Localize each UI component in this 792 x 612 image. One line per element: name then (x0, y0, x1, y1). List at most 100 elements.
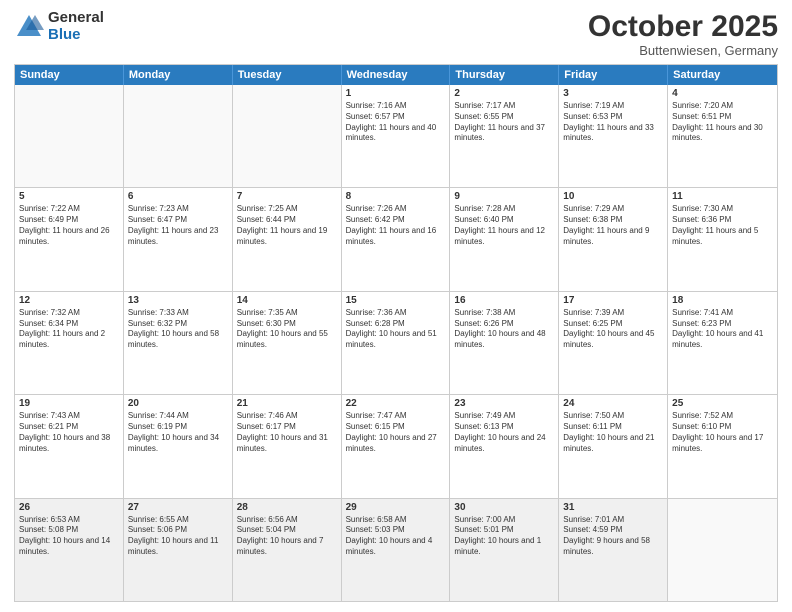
calendar-cell: 24Sunrise: 7:50 AM Sunset: 6:11 PM Dayli… (559, 395, 668, 497)
day-number: 21 (237, 398, 337, 409)
day-number: 11 (672, 191, 773, 202)
day-number: 17 (563, 295, 663, 306)
cell-details: Sunrise: 7:22 AM Sunset: 6:49 PM Dayligh… (19, 204, 119, 247)
calendar-cell: 22Sunrise: 7:47 AM Sunset: 6:15 PM Dayli… (342, 395, 451, 497)
calendar-cell: 9 Sunrise: 7:28 AM Sunset: 6:40 PM Daylig… (450, 188, 559, 290)
calendar-cell: 3 Sunrise: 7:19 AM Sunset: 6:53 PM Daylig… (559, 85, 668, 187)
calendar-header-cell: Thursday (450, 65, 559, 85)
cell-details: Sunrise: 7:19 AM Sunset: 6:53 PM Dayligh… (563, 101, 663, 144)
calendar-cell: 18 Sunrise: 7:41 AM Sunset: 6:23 PM Dayli… (668, 292, 777, 394)
calendar-cell: 1Sunrise: 7:16 AM Sunset: 6:57 PM Daylig… (342, 85, 451, 187)
calendar-cell: 28Sunrise: 6:56 AM Sunset: 5:04 PM Dayli… (233, 499, 342, 601)
calendar-header-cell: Tuesday (233, 65, 342, 85)
calendar-header-cell: Wednesday (342, 65, 451, 85)
day-number: 31 (563, 502, 663, 513)
day-number: 27 (128, 502, 228, 513)
day-number: 23 (454, 398, 554, 409)
calendar-cell: 4Sunrise: 7:20 AM Sunset: 6:51 PM Daylig… (668, 85, 777, 187)
calendar-header-row: SundayMondayTuesdayWednesdayThursdayFrid… (15, 65, 777, 85)
cell-details: Sunrise: 7:35 AM Sunset: 6:30 PM Dayligh… (237, 308, 337, 351)
cell-details: Sunrise: 7:29 AM Sunset: 6:38 PM Dayligh… (563, 204, 663, 247)
day-number: 15 (346, 295, 446, 306)
day-number: 12 (19, 295, 119, 306)
location: Buttenwiesen, Germany (588, 43, 778, 58)
calendar-cell: 17 Sunrise: 7:39 AM Sunset: 6:25 PM Dayli… (559, 292, 668, 394)
cell-details: Sunrise: 7:38 AM Sunset: 6:26 PM Dayligh… (454, 308, 554, 351)
day-number: 5 (19, 191, 119, 202)
calendar-cell: 21 Sunrise: 7:46 AM Sunset: 6:17 PM Dayli… (233, 395, 342, 497)
cell-details: Sunrise: 7:30 AM Sunset: 6:36 PM Dayligh… (672, 204, 773, 247)
day-number: 28 (237, 502, 337, 513)
day-number: 30 (454, 502, 554, 513)
calendar-cell: 29 Sunrise: 6:58 AM Sunset: 5:03 PM Dayli… (342, 499, 451, 601)
day-number: 2 (454, 88, 554, 99)
calendar-cell (668, 499, 777, 601)
calendar-cell: 27 Sunrise: 6:55 AM Sunset: 5:06 PM Dayli… (124, 499, 233, 601)
logo-icon (14, 12, 44, 42)
cell-details: Sunrise: 6:58 AM Sunset: 5:03 PM Dayligh… (346, 515, 446, 558)
day-number: 16 (454, 295, 554, 306)
logo-blue: Blue (48, 27, 104, 44)
calendar-header-cell: Sunday (15, 65, 124, 85)
calendar-body: 1Sunrise: 7:16 AM Sunset: 6:57 PM Daylig… (15, 85, 777, 601)
day-number: 3 (563, 88, 663, 99)
day-number: 9 (454, 191, 554, 202)
cell-details: Sunrise: 7:26 AM Sunset: 6:42 PM Dayligh… (346, 204, 446, 247)
day-number: 18 (672, 295, 773, 306)
day-number: 14 (237, 295, 337, 306)
day-number: 7 (237, 191, 337, 202)
day-number: 29 (346, 502, 446, 513)
cell-details: Sunrise: 7:49 AM Sunset: 6:13 PM Dayligh… (454, 411, 554, 454)
day-number: 8 (346, 191, 446, 202)
cell-details: Sunrise: 7:41 AM Sunset: 6:23 PM Dayligh… (672, 308, 773, 351)
logo-text: General Blue (48, 10, 104, 43)
calendar-header-cell: Friday (559, 65, 668, 85)
cell-details: Sunrise: 7:20 AM Sunset: 6:51 PM Dayligh… (672, 101, 773, 144)
cell-details: Sunrise: 7:50 AM Sunset: 6:11 PM Dayligh… (563, 411, 663, 454)
day-number: 25 (672, 398, 773, 409)
cell-details: Sunrise: 6:55 AM Sunset: 5:06 PM Dayligh… (128, 515, 228, 558)
cell-details: Sunrise: 7:39 AM Sunset: 6:25 PM Dayligh… (563, 308, 663, 351)
day-number: 13 (128, 295, 228, 306)
calendar-row: 5 Sunrise: 7:22 AM Sunset: 6:49 PM Daylig… (15, 187, 777, 290)
cell-details: Sunrise: 7:16 AM Sunset: 6:57 PM Dayligh… (346, 101, 446, 144)
calendar-cell: 8 Sunrise: 7:26 AM Sunset: 6:42 PM Daylig… (342, 188, 451, 290)
cell-details: Sunrise: 7:44 AM Sunset: 6:19 PM Dayligh… (128, 411, 228, 454)
day-number: 10 (563, 191, 663, 202)
calendar-header-cell: Saturday (668, 65, 777, 85)
calendar-cell: 14 Sunrise: 7:35 AM Sunset: 6:30 PM Dayli… (233, 292, 342, 394)
day-number: 20 (128, 398, 228, 409)
cell-details: Sunrise: 6:53 AM Sunset: 5:08 PM Dayligh… (19, 515, 119, 558)
calendar-cell (124, 85, 233, 187)
cell-details: Sunrise: 7:52 AM Sunset: 6:10 PM Dayligh… (672, 411, 773, 454)
calendar-cell: 13 Sunrise: 7:33 AM Sunset: 6:32 PM Dayli… (124, 292, 233, 394)
cell-details: Sunrise: 7:33 AM Sunset: 6:32 PM Dayligh… (128, 308, 228, 351)
calendar-cell: 6 Sunrise: 7:23 AM Sunset: 6:47 PM Daylig… (124, 188, 233, 290)
calendar-cell: 7Sunrise: 7:25 AM Sunset: 6:44 PM Daylig… (233, 188, 342, 290)
cell-details: Sunrise: 7:46 AM Sunset: 6:17 PM Dayligh… (237, 411, 337, 454)
cell-details: Sunrise: 7:01 AM Sunset: 4:59 PM Dayligh… (563, 515, 663, 558)
calendar-row: 1Sunrise: 7:16 AM Sunset: 6:57 PM Daylig… (15, 85, 777, 187)
header: General Blue October 2025 Buttenwiesen, … (14, 10, 778, 58)
calendar-cell: 30 Sunrise: 7:00 AM Sunset: 5:01 PM Dayli… (450, 499, 559, 601)
cell-details: Sunrise: 7:28 AM Sunset: 6:40 PM Dayligh… (454, 204, 554, 247)
calendar-cell: 11 Sunrise: 7:30 AM Sunset: 6:36 PM Dayli… (668, 188, 777, 290)
cell-details: Sunrise: 7:23 AM Sunset: 6:47 PM Dayligh… (128, 204, 228, 247)
calendar-cell: 10 Sunrise: 7:29 AM Sunset: 6:38 PM Dayli… (559, 188, 668, 290)
calendar-row: 26 Sunrise: 6:53 AM Sunset: 5:08 PM Dayli… (15, 498, 777, 601)
cell-details: Sunrise: 7:00 AM Sunset: 5:01 PM Dayligh… (454, 515, 554, 558)
cell-details: Sunrise: 7:47 AM Sunset: 6:15 PM Dayligh… (346, 411, 446, 454)
calendar-cell: 23 Sunrise: 7:49 AM Sunset: 6:13 PM Dayli… (450, 395, 559, 497)
calendar-cell: 2Sunrise: 7:17 AM Sunset: 6:55 PM Daylig… (450, 85, 559, 187)
calendar: SundayMondayTuesdayWednesdayThursdayFrid… (14, 64, 778, 602)
calendar-row: 19Sunrise: 7:43 AM Sunset: 6:21 PM Dayli… (15, 394, 777, 497)
cell-details: Sunrise: 7:32 AM Sunset: 6:34 PM Dayligh… (19, 308, 119, 351)
day-number: 6 (128, 191, 228, 202)
calendar-cell: 20 Sunrise: 7:44 AM Sunset: 6:19 PM Dayli… (124, 395, 233, 497)
day-number: 26 (19, 502, 119, 513)
logo: General Blue (14, 10, 104, 43)
calendar-cell: 26 Sunrise: 6:53 AM Sunset: 5:08 PM Dayli… (15, 499, 124, 601)
page: General Blue October 2025 Buttenwiesen, … (0, 0, 792, 612)
cell-details: Sunrise: 7:36 AM Sunset: 6:28 PM Dayligh… (346, 308, 446, 351)
calendar-cell: 31 Sunrise: 7:01 AM Sunset: 4:59 PM Dayli… (559, 499, 668, 601)
